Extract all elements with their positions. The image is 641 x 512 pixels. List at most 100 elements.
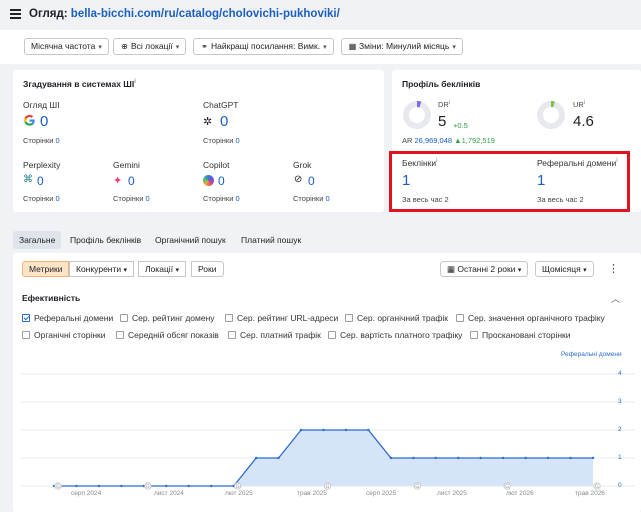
tab-general[interactable]: Загальне [13,231,62,249]
segment-competitors[interactable]: Конкуренти ▾ [69,261,135,277]
checkbox-ref-domains[interactable]: Реферальні домени [22,313,113,323]
data-point[interactable] [277,456,280,460]
data-point[interactable] [524,456,527,460]
performance-title: Ефективність [22,293,81,303]
more-options-icon[interactable]: ⋮ [608,262,619,275]
data-point[interactable] [569,456,572,460]
annotation-marker-label: G [415,484,419,490]
gemini-pages: Сторінки 0 [113,194,150,203]
ar-value[interactable]: 26,969,048 [415,136,453,145]
ai-overview-value[interactable]: 0 [40,113,48,130]
x-tick-label: серп 2025 [366,490,397,497]
data-point[interactable] [479,456,482,460]
checkbox-icon [22,331,30,339]
y-tick-label: 2 [618,426,622,433]
x-tick-label: лист 2025 [437,490,467,497]
ur-ring-icon [536,100,566,130]
data-point[interactable] [210,484,213,488]
period-button[interactable]: Щомісяця ▾ [535,261,594,277]
data-point[interactable] [412,456,415,460]
chatgpt-icon: ✲ [203,116,213,128]
collapse-chevron-icon[interactable]: ︿ [611,292,620,305]
chevron-down-icon: ▾ [517,267,522,274]
grok-icon: ⊘ [294,174,303,185]
gemini-label: Gemini [113,160,140,170]
chatgpt-label: ChatGPT [203,100,239,110]
chevron-down-icon: ▾ [452,44,456,51]
dr-ring-icon [402,100,432,130]
checkbox-avg-organic-traffic[interactable]: Сер. органічний трафік [345,313,448,323]
chevron-down-icon: ▾ [175,44,180,51]
data-point[interactable] [434,456,437,460]
frequency-filter[interactable]: Місячна частота ▾ [24,38,109,55]
menu-icon[interactable] [10,9,21,19]
x-tick-label: лист 2024 [154,490,184,497]
annotation-marker-label: G [56,484,60,490]
y-tick-label: 0 [618,482,622,489]
ar-row: AR 26,969,048 ▲1,792,519 [402,136,495,145]
best-links-filter[interactable]: ⚭ Найкращі посилання: Вимк. ▾ [193,38,334,55]
filter-bar: Місячна частота ▾ ⊕ Всі локації ▾ ⚭ Найкращі… [0,30,641,64]
date-range-button[interactable]: ▦ Останні 2 роки ▾ [440,261,529,277]
data-point[interactable] [120,484,123,488]
checkbox-organic-pages[interactable]: Органічні сторінки [22,330,106,340]
gemini-value[interactable]: 0 [128,174,135,188]
link-icon: ⚭ [201,42,208,51]
x-tick-label: трав 2026 [575,490,605,497]
data-point[interactable] [457,456,460,460]
checkbox-avg-dr[interactable]: Сер. рейтинг домену [120,313,215,323]
data-point[interactable] [75,484,78,488]
perplexity-value[interactable]: 0 [37,174,44,188]
data-point[interactable] [546,456,550,460]
changes-filter[interactable]: ▦ Зміни: Минулий місяць ▾ [341,38,463,55]
performance-chart: GGGGGGG [20,373,635,490]
data-point[interactable] [389,456,393,460]
checkbox-checked-icon [22,314,30,322]
data-point[interactable] [187,484,190,488]
calendar-icon: ▦ [447,264,456,274]
tab-paid-search[interactable]: Платний пошук [241,235,301,245]
checkbox-crawled-pages[interactable]: Просканованi сторінки [470,330,571,340]
copilot-value[interactable]: 0 [218,174,225,188]
checkbox-avg-ur[interactable]: Сер. рейтинг URL-адреси [225,313,338,323]
y-tick-label: 4 [618,370,622,377]
checkbox-avg-impressions[interactable]: Середній обсяг показів [116,330,219,340]
checkbox-icon [116,331,124,339]
chevron-down-icon: ▾ [98,44,102,51]
ur-value: 4.6 [573,113,594,130]
segment-years[interactable]: Роки [191,261,224,277]
data-point[interactable] [165,484,168,488]
annotation-marker-label: G [146,484,150,490]
data-point[interactable] [322,428,325,432]
highlight-box [389,151,630,212]
data-point[interactable] [97,484,101,488]
checkbox-avg-paid-traffic[interactable]: Сер. платний трафік [228,330,321,340]
chevron-down-icon: ▾ [583,267,587,274]
ar-delta: ▲1,792,519 [454,136,495,145]
data-point[interactable] [501,456,505,460]
google-icon [23,114,36,127]
chatgpt-value[interactable]: 0 [220,113,228,130]
tab-backlink-profile[interactable]: Профіль беклінків [70,235,141,245]
checkbox-icon [345,314,353,322]
x-tick-label: лют 2026 [506,490,534,497]
data-point[interactable] [367,428,370,432]
data-point[interactable] [591,456,595,460]
locations-filter[interactable]: ⊕ Всі локації ▾ [113,38,187,55]
tab-organic-search[interactable]: Органічний пошук [155,235,226,245]
checkbox-avg-organic-value[interactable]: Сер. значення органічного трафіку [456,313,605,323]
segment-metrics[interactable]: Метрики [22,261,70,277]
copilot-pages: Сторінки 0 [203,194,240,203]
data-point[interactable] [344,428,348,432]
dr-value: 5 [438,113,447,130]
checkbox-avg-paid-cost[interactable]: Сер. вартість платного трафіку [328,330,462,340]
chevron-down-icon: ▾ [123,267,128,274]
ai-mentions-title: Згадування в системах ШІi [23,79,136,89]
data-point[interactable] [299,428,303,432]
checkbox-icon [228,331,236,339]
data-point[interactable] [254,456,258,460]
copilot-icon [203,175,214,186]
segment-locations[interactable]: Локації ▾ [138,261,186,277]
grok-value[interactable]: 0 [308,174,315,188]
page-url-link[interactable]: bella-bicchi.com/ru/catalog/cholovichi-p… [71,8,340,20]
